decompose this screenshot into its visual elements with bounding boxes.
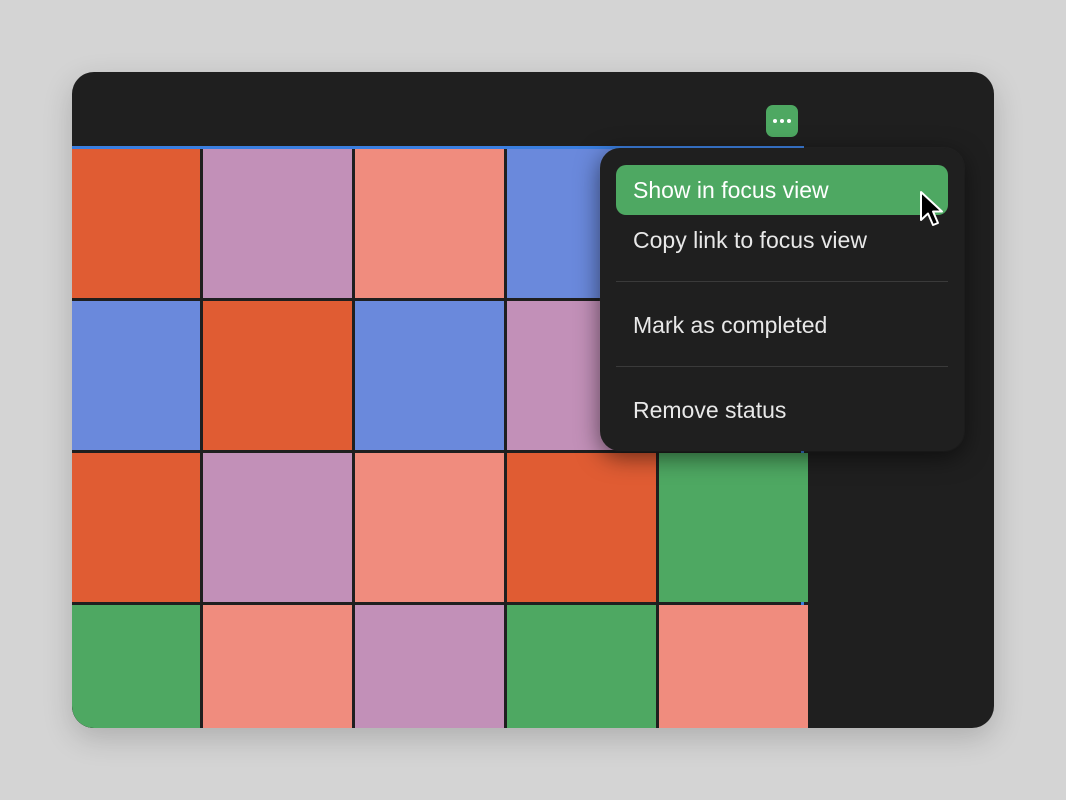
- menu-item-show-in-focus-view[interactable]: Show in focus view: [616, 165, 948, 215]
- tile-blue[interactable]: [355, 301, 504, 450]
- menu-item-mark-as-completed[interactable]: Mark as completed: [616, 300, 948, 350]
- tile-green[interactable]: [659, 453, 808, 602]
- tile-orange[interactable]: [507, 453, 656, 602]
- tile-mauve[interactable]: [203, 149, 352, 298]
- tile-salmon[interactable]: [355, 453, 504, 602]
- context-menu: Show in focus view Copy link to focus vi…: [600, 148, 964, 451]
- tile-salmon[interactable]: [355, 149, 504, 298]
- tile-salmon[interactable]: [203, 605, 352, 728]
- tile-orange[interactable]: [72, 149, 200, 298]
- ellipsis-icon: [773, 119, 777, 123]
- tile-green[interactable]: [507, 605, 656, 728]
- menu-item-remove-status[interactable]: Remove status: [616, 385, 948, 435]
- tile-orange[interactable]: [203, 301, 352, 450]
- app-window: Show in focus view Copy link to focus vi…: [72, 72, 994, 728]
- more-options-button[interactable]: [766, 105, 798, 137]
- tile-orange[interactable]: [72, 453, 200, 602]
- menu-divider: [616, 281, 948, 282]
- menu-spacer: [616, 265, 948, 281]
- menu-divider: [616, 366, 948, 367]
- tile-mauve[interactable]: [203, 453, 352, 602]
- ellipsis-icon: [787, 119, 791, 123]
- tile-green[interactable]: [72, 605, 200, 728]
- menu-item-copy-link-to-focus-view[interactable]: Copy link to focus view: [616, 215, 948, 265]
- ellipsis-icon: [780, 119, 784, 123]
- tile-mauve[interactable]: [355, 605, 504, 728]
- menu-spacer: [616, 350, 948, 366]
- pointer-cursor-icon: [920, 191, 943, 226]
- tile-blue[interactable]: [72, 301, 200, 450]
- tile-salmon[interactable]: [659, 605, 808, 728]
